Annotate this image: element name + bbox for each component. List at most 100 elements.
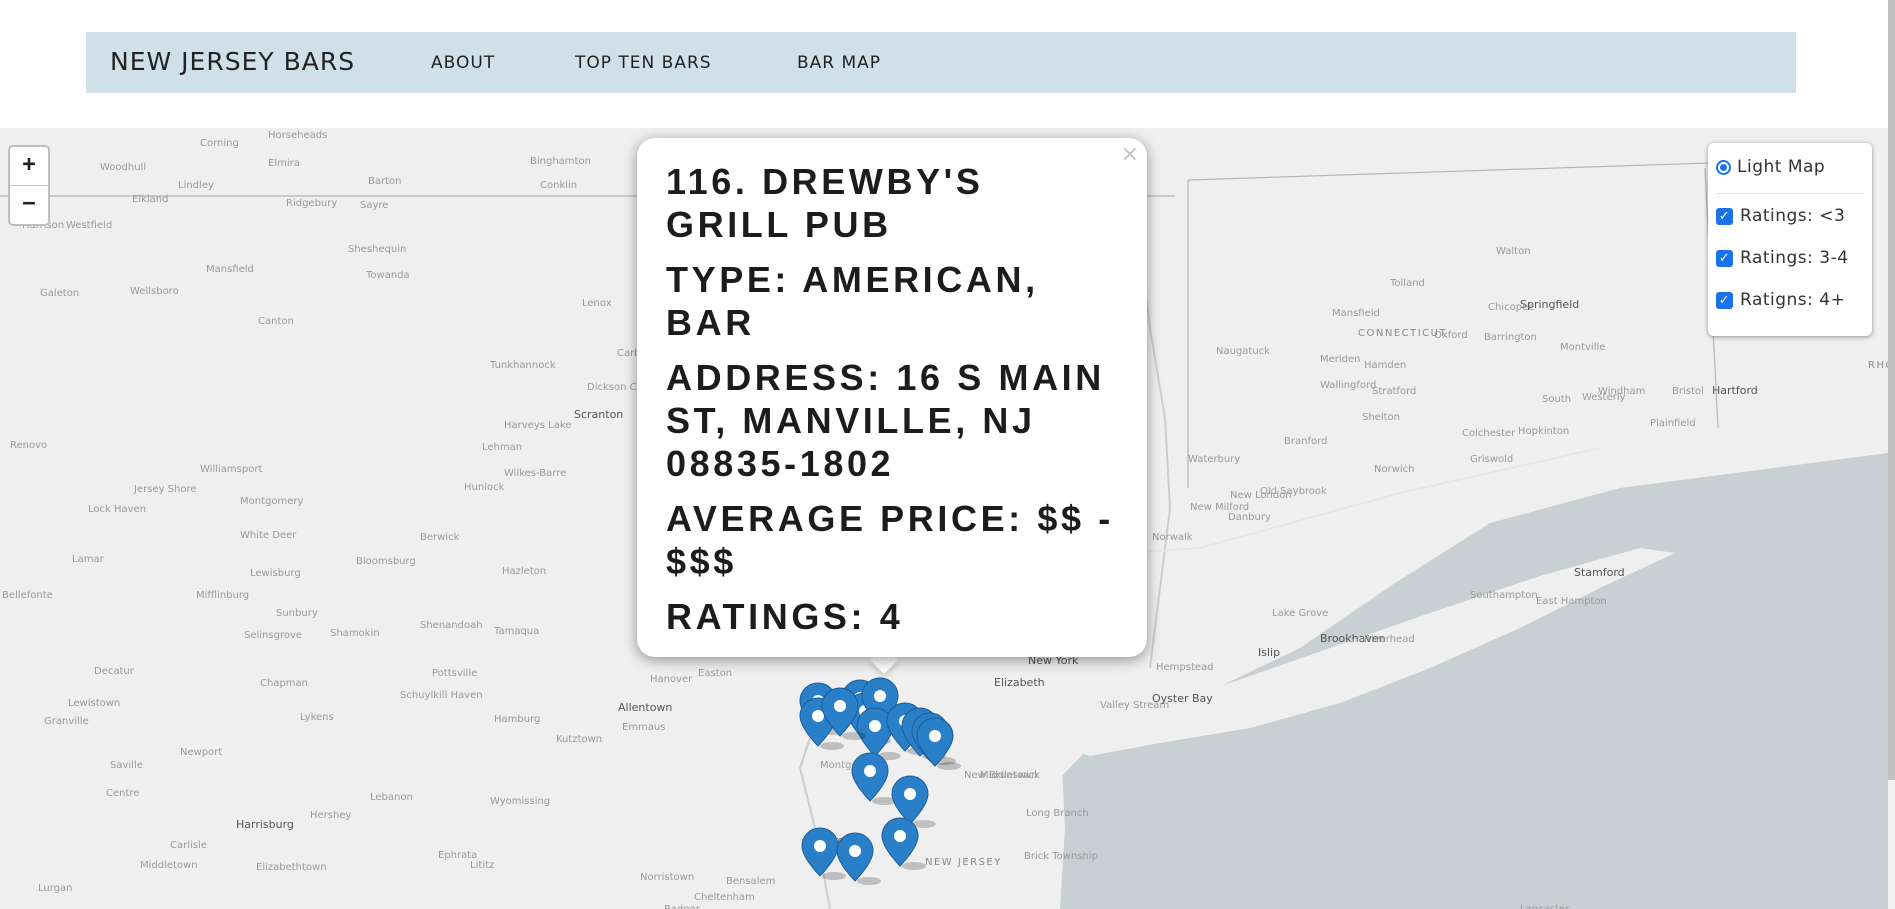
place-label: Lancaster [1520, 904, 1570, 909]
nav-top-ten-bars[interactable]: TOP TEN BARS [575, 53, 712, 73]
popup-bar-ratings: Ratings: 4 [666, 596, 904, 637]
zoom-in-button[interactable]: + [10, 147, 48, 186]
place-label: Tamaqua [493, 626, 539, 637]
popup-bar-name: 116. Drewby's Grill Pub [666, 161, 984, 245]
place-label: Scranton [574, 408, 623, 421]
brand-link[interactable]: NEW JERSEY BARS [110, 47, 355, 76]
place-label: Canton [258, 316, 294, 327]
place-label: Williamsport [200, 464, 262, 475]
place-label: Lehman [482, 442, 522, 453]
place-label: Lititz [470, 860, 494, 871]
place-label: Oyster Bay [1152, 692, 1213, 705]
place-label: Bloomsburg [356, 556, 416, 567]
place-label: Lewistown [68, 698, 120, 709]
layer-light-map[interactable]: Light Map [1716, 157, 1825, 177]
place-label: Hartford [1712, 384, 1758, 397]
place-label: Selinsgrove [244, 630, 302, 641]
place-label: Bristol [1672, 386, 1704, 397]
place-label: Norwalk [1152, 532, 1193, 543]
place-label: Windham [1598, 386, 1645, 397]
overlay-label: Ratings: <3 [1740, 206, 1846, 226]
zoom-control: + − [8, 145, 50, 226]
place-label: Cheltenham [694, 892, 755, 903]
place-label: Branford [1284, 436, 1327, 447]
place-label: Wallingford [1320, 380, 1376, 391]
place-label: Pottsville [432, 668, 477, 679]
nav-about[interactable]: ABOUT [431, 53, 495, 73]
place-label: Griswold [1470, 454, 1513, 465]
place-label: Ridgebury [286, 198, 337, 209]
place-label: Sheshequin [348, 244, 406, 255]
scrollbar-thumb[interactable] [1888, 0, 1895, 780]
place-label: Hamburg [494, 714, 540, 725]
place-label: Barrington [1484, 332, 1537, 343]
top-navbar: NEW JERSEY BARS ABOUT TOP TEN BARS BAR M… [86, 32, 1796, 93]
place-label: Granville [44, 716, 89, 727]
place-label: Lenox [582, 298, 612, 309]
place-label: Centre [106, 788, 139, 799]
place-label: Mansfield [1332, 308, 1380, 319]
place-label: Elizabethtown [256, 862, 327, 873]
checkbox-icon[interactable]: ✓ [1716, 249, 1733, 267]
place-label: Lewisburg [250, 568, 301, 579]
overlay-ratings-lt3[interactable]: ✓ Ratings: <3 [1716, 206, 1845, 226]
checkbox-icon[interactable]: ✓ [1716, 291, 1733, 309]
place-label: East Hampton [1536, 596, 1607, 607]
place-label: Westfield [66, 220, 112, 231]
place-label: Sayre [360, 200, 388, 211]
place-label: Radnor [664, 904, 701, 909]
place-label: Harveys Lake [504, 420, 571, 431]
popup-bar-address: Address: 16 S Main St, Manville, NJ 0883… [666, 357, 1105, 484]
place-label: Hanover [650, 674, 693, 685]
place-label: Conklin [540, 180, 577, 191]
place-label: Colchester [1462, 428, 1516, 439]
place-label: Hempstead [1156, 662, 1214, 673]
place-label: Schuylkill Haven [400, 690, 483, 701]
place-label: Tolland [1389, 278, 1425, 289]
place-label: Corning [200, 138, 239, 149]
place-label: Tunkhannock [489, 360, 556, 371]
place-label: Saville [110, 760, 143, 771]
bar-popup: × 116. Drewby's Grill Pub Type: American… [637, 138, 1147, 657]
overlay-ratings-4plus[interactable]: ✓ Ratigns: 4+ [1716, 290, 1845, 310]
place-label: Mansfield [206, 264, 254, 275]
close-icon[interactable]: × [1121, 142, 1139, 167]
state-label-nj: NEW JERSEY [925, 857, 1002, 868]
zoom-out-button[interactable]: − [10, 186, 48, 224]
place-label: Shenandoah [420, 620, 483, 631]
place-label: Islip [1258, 646, 1280, 659]
overlay-label: Ratings: 3-4 [1740, 248, 1849, 268]
checkbox-icon[interactable]: ✓ [1716, 207, 1733, 225]
place-label: Horseheads [268, 130, 327, 141]
layers-divider [1716, 193, 1864, 194]
place-label: Allentown [618, 701, 672, 714]
place-label: Montville [1560, 342, 1605, 353]
place-label: Southampton [1470, 590, 1538, 601]
bar-marker-icon[interactable] [851, 752, 896, 805]
layer-light-map-label: Light Map [1737, 157, 1826, 177]
place-label: Hopkinton [1518, 426, 1569, 437]
place-label: Hamden [1364, 360, 1406, 371]
ocean-water [1055, 453, 1888, 909]
place-label: Lebanon [370, 792, 413, 803]
place-label: Emmaus [622, 722, 665, 733]
radio-icon[interactable] [1716, 159, 1731, 175]
place-label: Montgomery [240, 496, 303, 507]
place-label: Plainfield [1650, 418, 1696, 429]
place-label: Sunbury [276, 608, 318, 619]
place-label: Middletown [980, 770, 1038, 781]
overlay-ratings-3-4[interactable]: ✓ Ratings: 3-4 [1716, 248, 1849, 268]
place-label: Lykens [300, 712, 334, 723]
popup-bar-type: Type: American, Bar [666, 259, 1039, 343]
place-label: Wellsboro [130, 286, 179, 297]
place-label: Wyomissing [490, 796, 550, 807]
place-label: Norristown [640, 872, 694, 883]
nav-bar-map[interactable]: BAR MAP [797, 53, 881, 73]
place-label: Walton [1496, 246, 1531, 257]
place-label: Newport [180, 747, 222, 758]
page-scrollbar[interactable] [1888, 0, 1895, 909]
place-label: Carlisle [170, 840, 207, 851]
place-label: Elmira [268, 158, 300, 169]
place-label: Hazleton [502, 566, 546, 577]
state-label-ri: RHODE ISLA [1868, 360, 1888, 371]
